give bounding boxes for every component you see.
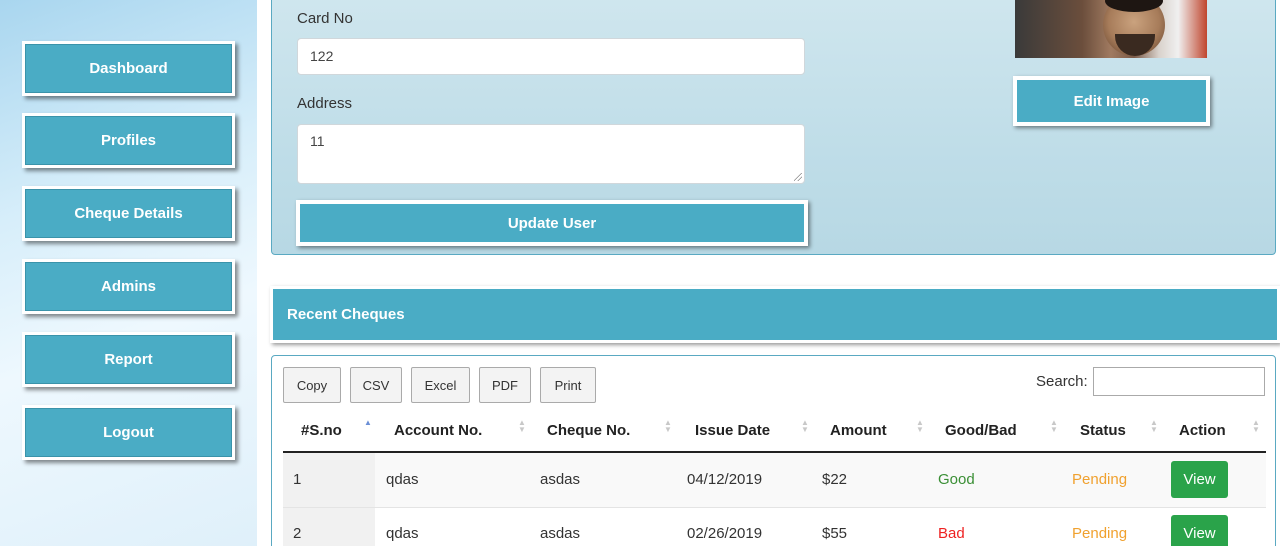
sort-icon[interactable]: ▲ ▼ [518,419,526,435]
column-header-sno[interactable]: #S.no [301,422,342,439]
search-label: Search: [1036,373,1088,390]
cell-account: qdas [386,525,419,542]
resize-grip-icon[interactable] [794,173,802,181]
sort-icon[interactable]: ▲ ▼ [1150,419,1158,435]
cell-status: Pending [1072,525,1128,542]
excel-button[interactable]: Excel [411,367,470,403]
sidebar-item-report[interactable]: Report [22,332,235,387]
recent-cheques-title: Recent Cheques [287,306,405,323]
cell-status: Pending [1072,471,1128,488]
print-button[interactable]: Print [540,367,596,403]
cell-cheque: asdas [540,525,581,542]
column-header-cheque[interactable]: Cheque No. [547,422,630,439]
address-value: 11 [310,133,325,149]
edit-image-button[interactable]: Edit Image [1013,76,1210,126]
cell-account: qdas [386,471,419,488]
csv-button[interactable]: CSV [350,367,402,403]
sidebar-item-profiles[interactable]: Profiles [22,113,235,168]
column-header-issue-date[interactable]: Issue Date [695,422,770,439]
pdf-button[interactable]: PDF [479,367,531,403]
sidebar-item-dashboard[interactable]: Dashboard [22,41,235,96]
sidebar-item-logout[interactable]: Logout [22,405,235,460]
sidebar-item-admins[interactable]: Admins [22,259,235,314]
sidebar: Dashboard Profiles Cheque Details Admins… [0,0,257,546]
cell-issue-date: 02/26/2019 [687,525,763,542]
avatar [1015,0,1207,58]
copy-button[interactable]: Copy [283,367,341,403]
sort-icon[interactable]: ▲ ▼ [664,419,672,435]
sort-icon[interactable]: ▲ ▼ [916,419,924,435]
sort-icon[interactable]: ▲ ▼ [1050,419,1058,435]
column-header-amount[interactable]: Amount [830,422,887,439]
view-button[interactable]: View [1171,461,1228,498]
cell-good-bad: Good [938,471,975,488]
sidebar-item-cheque-details[interactable]: Cheque Details [22,186,235,241]
cell-sno: 1 [293,471,302,488]
column-header-status[interactable]: Status [1080,422,1126,439]
cell-amount: $22 [822,471,848,488]
column-header-good-bad[interactable]: Good/Bad [945,422,1017,439]
cell-issue-date: 04/12/2019 [687,471,763,488]
update-user-button[interactable]: Update User [296,200,808,246]
sort-icon[interactable]: ▲ ▼ [801,419,809,435]
search-input[interactable] [1093,367,1265,396]
view-button[interactable]: View [1171,515,1228,546]
address-label: Address [297,95,353,112]
card-no-label: Card No [297,10,353,27]
address-textarea[interactable]: 11 [297,124,805,184]
column-header-account[interactable]: Account No. [394,422,482,439]
cell-good-bad: Bad [938,525,965,542]
card-no-input[interactable]: 122 [297,38,805,75]
cell-amount: $55 [822,525,848,542]
cell-cheque: asdas [540,471,581,488]
cell-sno: 2 [293,525,302,542]
recent-cheques-header: Recent Cheques [270,286,1280,343]
sort-asc-icon[interactable]: ▲ [364,419,372,435]
column-header-action[interactable]: Action [1179,422,1226,439]
sort-icon[interactable]: ▲ ▼ [1252,419,1260,435]
